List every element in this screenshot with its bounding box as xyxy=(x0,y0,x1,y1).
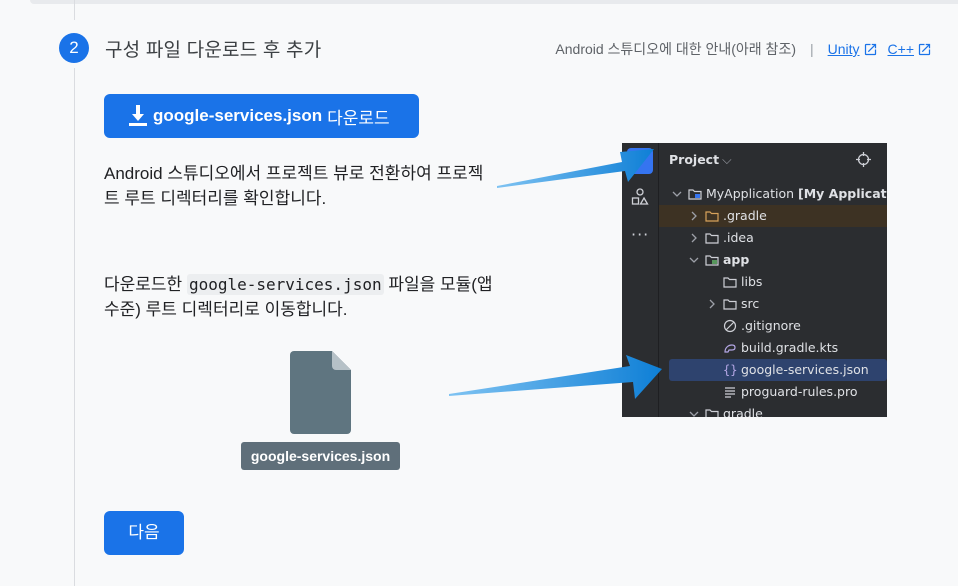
tree-item-label: google-services.json xyxy=(741,362,869,377)
folder-icon xyxy=(723,299,737,310)
project-view-title: Project xyxy=(669,152,720,167)
tree-item-name: MyApplication xyxy=(706,186,795,201)
folder-icon xyxy=(688,189,702,200)
tree-item-build-gradle[interactable]: build.gradle.kts xyxy=(659,337,887,359)
tree-item-google-services[interactable]: {} google-services.json xyxy=(669,359,887,381)
instruction-move-file: 다운로드한 google-services.json 파일을 모듈(앱 수준) … xyxy=(104,272,504,322)
tree-item-app[interactable]: app xyxy=(659,249,887,271)
next-button[interactable]: 다음 xyxy=(104,511,184,555)
tree-item-src[interactable]: src xyxy=(659,293,887,315)
file-icon xyxy=(290,351,351,434)
resource-manager-icon xyxy=(631,188,649,205)
chevron-right-icon xyxy=(709,299,715,309)
tree-item-label: .gradle xyxy=(723,208,767,223)
tree-item-dot-idea[interactable]: .idea xyxy=(659,227,887,249)
download-label: 다운로드 xyxy=(327,108,390,128)
download-filename: google-services.json xyxy=(153,106,323,125)
ide-tool-strip: ··· xyxy=(622,143,659,417)
text-file-icon xyxy=(725,387,735,398)
unity-link[interactable]: Unity xyxy=(828,41,878,57)
previous-step-card-edge xyxy=(30,0,958,4)
gradle-script-icon xyxy=(724,344,736,353)
chevron-right-icon xyxy=(691,233,697,243)
tree-item-label: libs xyxy=(741,274,763,289)
file-label: google-services.json xyxy=(241,442,400,470)
guide-separator: | xyxy=(809,41,814,57)
tree-item-label: .idea xyxy=(723,230,754,245)
chevron-down-icon xyxy=(689,257,699,263)
instruction-switch-view: Android 스튜디오에서 프로젝트 뷰로 전환하여 프로젝트 루트 디렉터리… xyxy=(104,164,484,208)
tree-item-label: .gitignore xyxy=(741,318,801,333)
module-folder-icon xyxy=(705,255,719,266)
step-number-badge: 2 xyxy=(59,33,89,63)
guide-text: Android 스튜디오에 대한 안내(아래 참조) xyxy=(555,41,796,57)
tree-item-gitignore[interactable]: .gitignore xyxy=(659,315,887,337)
unity-link-label: Unity xyxy=(827,41,860,57)
folder-icon xyxy=(705,409,719,417)
step-connector-line xyxy=(74,68,75,586)
download-icon xyxy=(129,105,147,126)
tree-item-proguard[interactable]: proguard-rules.pro xyxy=(659,381,887,403)
tree-item-module: [My Application] xyxy=(798,186,887,201)
chevron-down-icon: ⌵ xyxy=(722,152,732,167)
project-tree: MyApplication [My Application] .gradle .… xyxy=(659,183,887,417)
tree-item-label: build.gradle.kts xyxy=(741,340,839,355)
project-view-header: Project ⌵ xyxy=(669,152,732,168)
step-connector-top xyxy=(74,0,75,20)
guide-links: Android 스튜디오에 대한 안내(아래 참조) | Unity C++ xyxy=(555,39,932,59)
json-icon: {} xyxy=(723,363,738,377)
tree-item-label: app xyxy=(723,252,750,267)
android-studio-project-panel: ··· Project⌵ MyApplication [My Applicati… xyxy=(622,143,887,417)
folder-icon xyxy=(705,233,719,244)
external-link-icon xyxy=(864,43,876,55)
filename-code: google-services.json xyxy=(186,274,384,295)
locate-icon xyxy=(856,152,871,167)
more-tools-icon: ··· xyxy=(631,225,650,244)
folder-icon xyxy=(723,277,737,288)
tree-item-label: gradle xyxy=(723,406,763,417)
chevron-down-icon xyxy=(672,191,682,197)
chevron-down-icon xyxy=(689,411,699,417)
cpp-link[interactable]: C++ xyxy=(888,41,932,57)
tree-item-label: MyApplication [My Application] xyxy=(706,183,887,205)
instruction-prefix: 다운로드한 xyxy=(104,275,187,294)
tree-item-myapplication[interactable]: MyApplication [My Application] xyxy=(659,183,887,205)
tree-item-dot-gradle[interactable]: .gradle xyxy=(659,205,887,227)
tree-item-label: src xyxy=(741,296,760,311)
tree-item-libs[interactable]: libs xyxy=(659,271,887,293)
step-title: 구성 파일 다운로드 후 추가 xyxy=(105,40,322,61)
download-config-button[interactable]: google-services.json 다운로드 xyxy=(104,94,419,138)
folder-icon xyxy=(705,211,719,222)
tree-item-gradle[interactable]: gradle xyxy=(659,403,887,417)
gitignore-icon xyxy=(723,319,737,333)
external-link-icon xyxy=(918,43,931,55)
cpp-link-label: C++ xyxy=(887,41,914,57)
chevron-right-icon xyxy=(691,211,697,221)
tree-item-label: proguard-rules.pro xyxy=(741,384,858,399)
project-tool-icon xyxy=(627,148,653,174)
